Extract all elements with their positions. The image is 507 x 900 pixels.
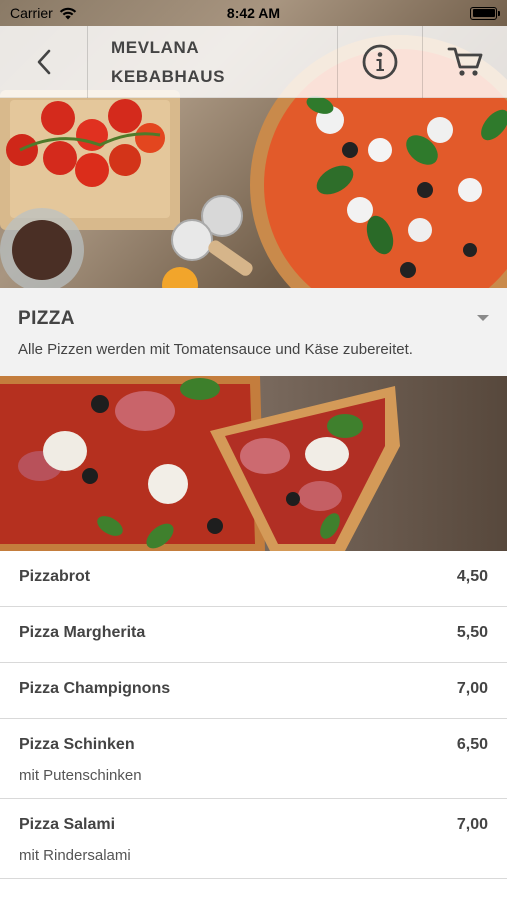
carrier-label: Carrier xyxy=(10,5,53,21)
info-icon xyxy=(362,44,398,80)
menu-item[interactable]: Pizza Champignons 7,00 xyxy=(0,663,507,719)
category-image xyxy=(0,376,507,551)
cart-icon xyxy=(447,47,483,76)
nav-bar: MEVLANA KEBABHAUS xyxy=(0,26,507,98)
category-title: PIZZA xyxy=(18,308,75,329)
battery-icon xyxy=(470,6,500,20)
back-button[interactable] xyxy=(0,26,88,98)
item-description: mit Rindersalami xyxy=(19,847,131,864)
nav-title-line2: KEBABHAUS xyxy=(111,66,226,86)
back-chevron-icon xyxy=(37,49,50,75)
menu-item[interactable]: Pizza Schinken 6,50 mit Putenschinken xyxy=(0,719,507,799)
item-name: Pizza Schinken xyxy=(19,736,135,753)
category-header[interactable]: PIZZA Alle Pizzen werden mit Tomatensauc… xyxy=(0,288,507,376)
cart-button[interactable] xyxy=(422,26,507,98)
nav-title-line1: MEVLANA xyxy=(111,37,200,57)
item-description: mit Putenschinken xyxy=(19,767,142,784)
item-price: 7,00 xyxy=(456,680,488,697)
chevron-down-icon[interactable] xyxy=(477,315,489,321)
item-price: 4,50 xyxy=(456,568,488,585)
item-price: 5,50 xyxy=(456,624,488,641)
nav-title: MEVLANA KEBABHAUS xyxy=(88,26,337,97)
status-bar: Carrier 8:42 AM xyxy=(0,0,507,26)
item-name: Pizzabrot xyxy=(19,568,91,585)
item-name: Pizza Salami xyxy=(19,816,116,833)
menu-item[interactable]: Pizza Margherita 5,50 xyxy=(0,607,507,663)
item-name: Pizza Champignons xyxy=(19,680,171,697)
menu-list: Pizzabrot 4,50 Pizza Margherita 5,50 Piz… xyxy=(0,551,507,879)
item-price: 7,00 xyxy=(456,816,488,833)
category-description: Alle Pizzen werden mit Tomatensauce und … xyxy=(18,341,413,358)
wifi-icon xyxy=(59,7,76,19)
item-name: Pizza Margherita xyxy=(19,624,146,641)
status-left: Carrier xyxy=(10,5,77,21)
menu-item[interactable]: Pizza Salami 7,00 mit Rindersalami xyxy=(0,799,507,879)
item-price: 6,50 xyxy=(456,736,488,753)
menu-item[interactable]: Pizzabrot 4,50 xyxy=(0,551,507,607)
info-button[interactable] xyxy=(337,26,422,98)
